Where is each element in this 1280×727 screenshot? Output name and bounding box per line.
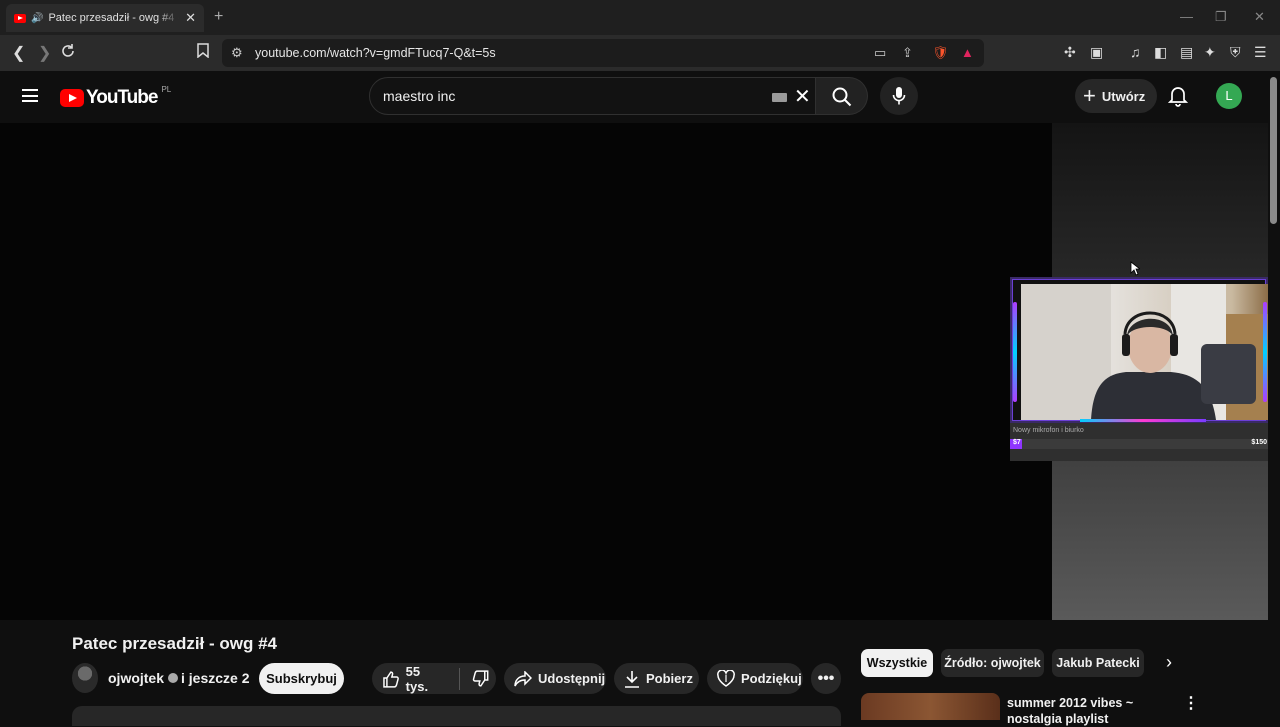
chip-all[interactable]: Wszystkie	[861, 649, 933, 677]
video-player[interactable]	[0, 123, 1052, 620]
plus-icon: +	[1083, 83, 1096, 108]
like-divider	[459, 667, 461, 690]
thumbs-down-icon[interactable]	[472, 669, 490, 688]
site-info-icon[interactable]: ⚙	[231, 45, 243, 61]
channel-info[interactable]: ojwojtek i jeszcze 2	[108, 670, 250, 686]
like-dislike-group: 55 tys.	[372, 663, 496, 694]
url-text[interactable]: youtube.com/watch?v=gmdFTucq7-Q&t=5s	[255, 46, 496, 60]
audio-playing-icon[interactable]: 🔊	[31, 13, 43, 24]
extensions-icon[interactable]: ✣	[1064, 44, 1076, 61]
account-avatar[interactable]: L	[1216, 83, 1242, 109]
goal-target-amount: $150	[1251, 439, 1267, 446]
wallet-icon[interactable]: ▤	[1180, 44, 1193, 61]
search-box[interactable]: maestro inc ✕	[369, 77, 816, 115]
youtube-logo-text: YouTube	[86, 87, 158, 108]
channel-name[interactable]: ojwojtek	[108, 670, 164, 686]
share-label: Udostępnij	[538, 671, 606, 686]
youtube-play-icon	[60, 89, 84, 107]
heart-dollar-icon	[717, 670, 735, 687]
forward-button[interactable]: ❯	[38, 43, 51, 63]
download-button[interactable]: Pobierz	[614, 663, 699, 694]
tab-close-icon[interactable]: ✕	[185, 10, 196, 26]
goal-current-amount: $7	[1013, 439, 1021, 446]
collaborators-text[interactable]: i jeszcze 2	[181, 670, 250, 686]
share-icon	[514, 670, 532, 686]
browser-tab-bar: 🔊 Patec przesadził - owg #4 - YouTube ✕ …	[0, 0, 1280, 35]
goal-progress-bar: $7 $150	[1010, 439, 1268, 449]
keyboard-icon[interactable]	[772, 93, 787, 102]
youtube-logo[interactable]: YouTube PL	[60, 84, 172, 109]
thanks-button[interactable]: Podziękuj	[707, 663, 803, 694]
share-page-icon[interactable]: ⇪	[902, 45, 913, 61]
minimize-button[interactable]: —	[1180, 9, 1193, 24]
channel-avatar[interactable]	[72, 663, 98, 693]
sidebar-icon[interactable]: ◧	[1154, 44, 1167, 61]
description-box[interactable]	[72, 706, 841, 726]
vpn-icon[interactable]: ⛨	[1230, 44, 1241, 61]
browser-menu-icon[interactable]: ☰	[1254, 44, 1267, 61]
download-icon	[625, 670, 639, 688]
reload-icon[interactable]	[60, 43, 76, 64]
chip-source-channel[interactable]: Źródło: ojwojtek	[941, 649, 1044, 677]
frame-glow-right	[1263, 302, 1267, 402]
reader-icon[interactable]: ▣	[1090, 44, 1103, 61]
create-button[interactable]: + Utwórz	[1075, 79, 1157, 113]
search-button[interactable]	[816, 77, 868, 115]
search-icon	[832, 87, 852, 107]
media-icon[interactable]: ♫	[1130, 44, 1141, 60]
back-button[interactable]: ❮	[12, 43, 25, 63]
voice-search-button[interactable]	[880, 77, 918, 115]
frame-glow-bottom	[1080, 419, 1206, 422]
frame-glow-left	[1013, 302, 1017, 402]
scrollbar-thumb[interactable]	[1270, 77, 1277, 224]
mouse-cursor-icon	[1130, 261, 1140, 276]
leo-ai-icon[interactable]: ✦	[1204, 44, 1216, 61]
video-title: Patec przesadził - owg #4	[72, 634, 278, 653]
youtube-favicon-icon	[14, 13, 26, 23]
donation-goal-widget: Nowy mikrofon i biurko $7 $150	[1010, 423, 1268, 461]
streamer-webcam-overlay: Nowy mikrofon i biurko $7 $150	[1010, 277, 1269, 462]
brave-rewards-icon[interactable]: ▲	[961, 45, 974, 60]
new-tab-button[interactable]: +	[214, 8, 223, 26]
search-input[interactable]: maestro inc	[383, 88, 455, 104]
create-label: Utwórz	[1101, 88, 1146, 104]
subscribe-button[interactable]: Subskrybuj	[259, 663, 344, 694]
address-bar[interactable]: ⚙ youtube.com/watch?v=gmdFTucq7-Q&t=5s ▭…	[222, 39, 984, 67]
brave-shields-icon[interactable]: 🛡	[932, 45, 949, 61]
window-close-button[interactable]: ✕	[1254, 9, 1265, 25]
download-label: Pobierz	[646, 671, 693, 686]
chips-next-chevron-icon[interactable]: ›	[1166, 652, 1172, 673]
recommendation-more-icon[interactable]: ⋮	[1183, 693, 1199, 713]
hamburger-menu-icon[interactable]	[22, 89, 38, 102]
notifications-bell-icon[interactable]	[1168, 85, 1188, 107]
like-count[interactable]: 55 tys.	[406, 664, 446, 694]
clear-search-icon[interactable]: ✕	[794, 84, 811, 109]
bookmark-icon[interactable]	[197, 43, 209, 63]
chip-jakub-patecki[interactable]: Jakub Patecki	[1052, 649, 1144, 677]
verified-icon	[168, 673, 179, 683]
microphone-icon	[892, 87, 906, 105]
browser-toolbar: ❮ ❯ ⚙ youtube.com/watch?v=gmdFTucq7-Q&t=…	[0, 35, 1280, 71]
thumbs-up-icon[interactable]	[382, 670, 400, 688]
thanks-label: Podziękuj	[741, 671, 802, 686]
recommendation-thumbnail[interactable]	[861, 693, 1000, 720]
cast-icon[interactable]: ▭	[874, 45, 886, 61]
more-actions-button[interactable]: •••	[811, 663, 841, 694]
webcam-feed-image	[1021, 284, 1269, 420]
maximize-button[interactable]: ❐	[1215, 9, 1227, 25]
goal-label: Nowy mikrofon i biurko	[1013, 427, 1084, 434]
share-button[interactable]: Udostępnij	[504, 663, 606, 694]
country-code: PL	[161, 84, 172, 94]
webcam-frame	[1010, 277, 1269, 423]
tab-title: Patec przesadził - owg #4 - YouTube	[48, 12, 179, 24]
youtube-header: YouTube PL maestro inc ✕ + Utwórz L	[0, 71, 1268, 123]
browser-tab[interactable]: 🔊 Patec przesadził - owg #4 - YouTube ✕	[6, 4, 204, 32]
recommendation-title[interactable]: summer 2012 vibes ~ nostalgia playlist	[1007, 695, 1177, 727]
